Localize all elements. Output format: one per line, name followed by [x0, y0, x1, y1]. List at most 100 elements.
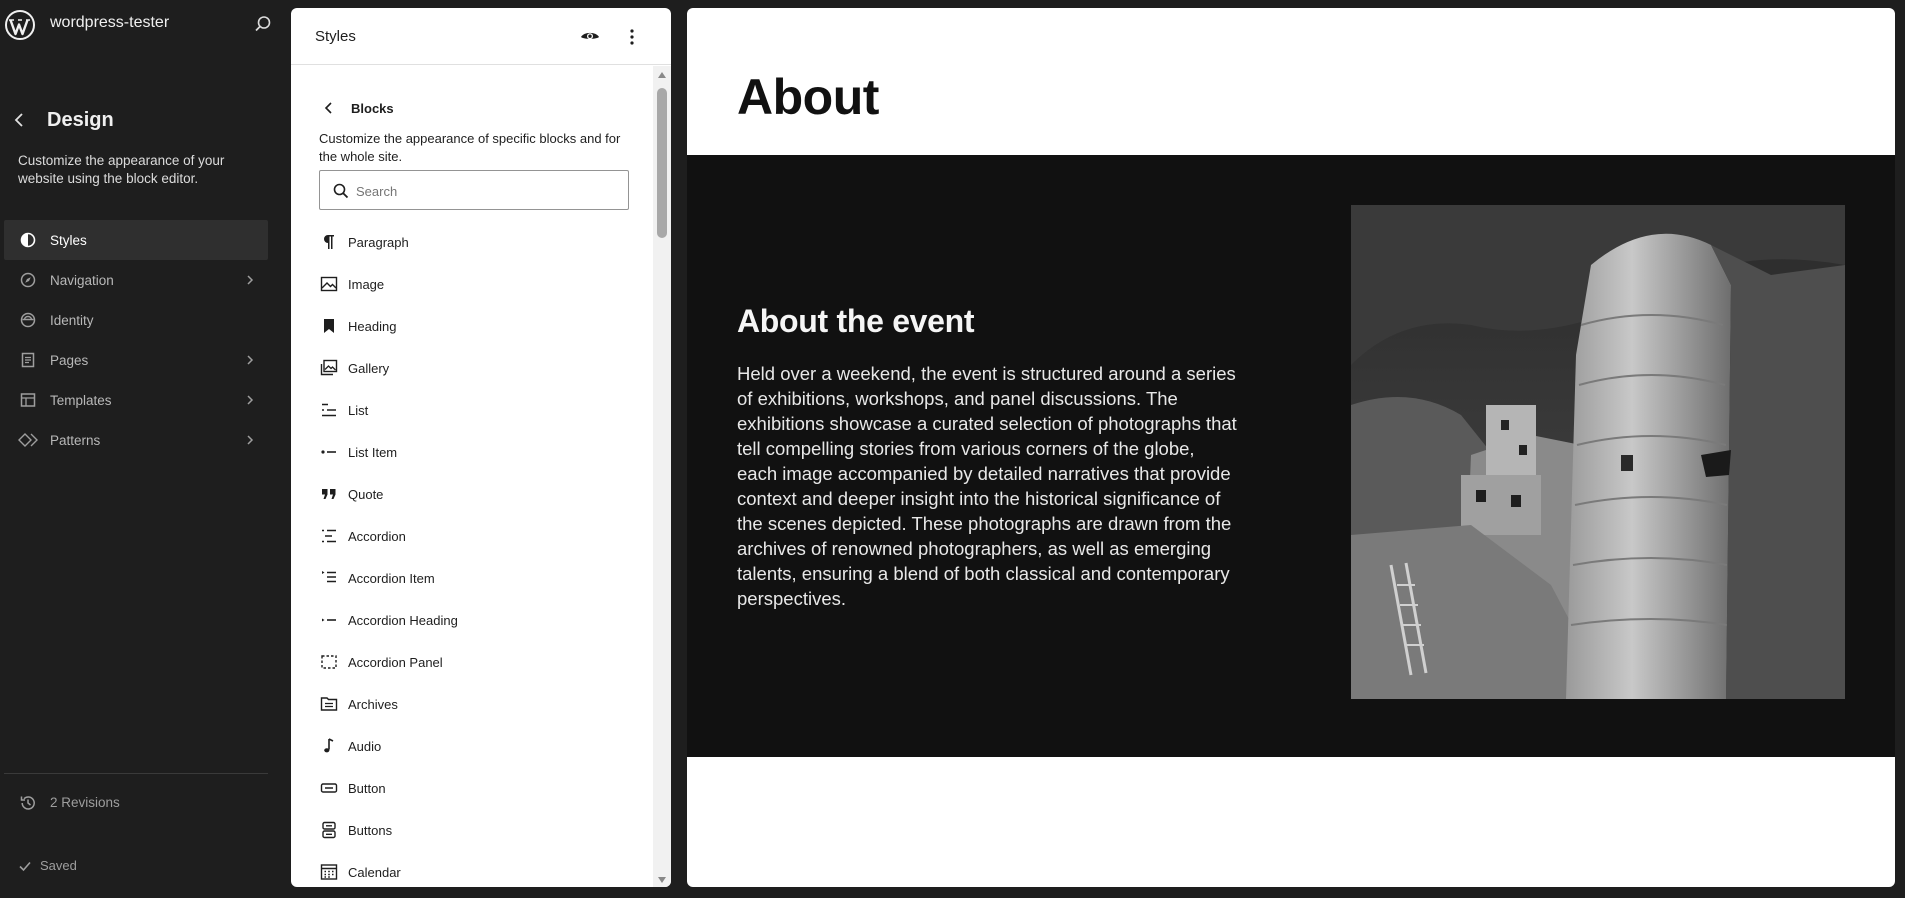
- block-item-accordion-heading[interactable]: Accordion Heading: [309, 600, 639, 642]
- block-item-label: Buttons: [348, 823, 393, 838]
- pages-icon: [21, 352, 35, 368]
- chevron-right-icon: [247, 395, 254, 405]
- styles-icon: [20, 232, 36, 248]
- block-item-label: Accordion: [348, 529, 406, 544]
- quote-icon: [322, 489, 336, 499]
- styles-panel-title: Styles: [315, 28, 356, 45]
- block-item-label: Accordion Heading: [348, 613, 458, 628]
- blocks-description: Customize the appearance of specific blo…: [319, 131, 621, 164]
- buttons-icon: [322, 821, 336, 839]
- list-item-icon: [321, 450, 336, 454]
- block-item-accordion[interactable]: Accordion: [309, 516, 639, 558]
- block-item-label: Quote: [348, 487, 384, 502]
- design-title: Design: [47, 109, 114, 131]
- search-icon[interactable]: [253, 14, 273, 34]
- more-options-icon[interactable]: [621, 26, 643, 48]
- block-item-paragraph[interactable]: Paragraph: [309, 222, 639, 264]
- archives-icon: [320, 697, 338, 711]
- wordpress-logo-icon[interactable]: [4, 9, 36, 41]
- about-event-section[interactable]: About the event Held over a weekend, the…: [687, 155, 1895, 757]
- block-item-accordion-panel[interactable]: Accordion Panel: [309, 642, 639, 684]
- site-name[interactable]: wordpress-tester: [50, 14, 169, 32]
- sidebar-header: wordpress-tester: [0, 0, 278, 49]
- scroll-down-arrow-icon[interactable]: [658, 877, 666, 883]
- block-item-button[interactable]: Button: [309, 768, 639, 810]
- block-item-accordion-item[interactable]: Accordion Item: [309, 558, 639, 600]
- scrollbar-thumb[interactable]: [657, 88, 667, 238]
- block-item-image[interactable]: Image: [309, 264, 639, 306]
- block-item-label: Archives: [348, 697, 398, 712]
- block-item-label: Gallery: [348, 361, 390, 376]
- button-icon: [320, 783, 338, 793]
- editor-canvas-preview[interactable]: About About the event Held over a weeken…: [687, 8, 1895, 887]
- accordion-heading-icon: [322, 618, 336, 622]
- blocks-title: Blocks: [351, 101, 394, 116]
- list-icon: [322, 403, 336, 417]
- revisions-button[interactable]: 2 Revisions: [4, 783, 268, 823]
- block-item-audio[interactable]: Audio: [309, 726, 639, 768]
- back-arrow-icon[interactable]: [321, 100, 337, 116]
- block-item-label: List Item: [348, 445, 398, 460]
- block-item-label: Accordion Panel: [348, 655, 443, 670]
- sidebar-item-identity[interactable]: Identity: [4, 300, 268, 340]
- sidebar-item-templates[interactable]: Templates: [4, 380, 268, 420]
- sidebar-item-label: Patterns: [50, 432, 101, 448]
- block-item-buttons[interactable]: Buttons: [309, 810, 639, 852]
- sidebar-item-label: Styles: [50, 232, 87, 248]
- paragraph-icon: [324, 235, 334, 249]
- revisions-label: 2 Revisions: [50, 795, 120, 810]
- block-item-label: Paragraph: [348, 235, 409, 250]
- check-icon: [19, 861, 31, 871]
- sidebar-item-label: Templates: [50, 392, 112, 408]
- site-editor-sidebar: wordpress-tester Design Customize the ap…: [0, 0, 278, 898]
- accordion-item-icon: [322, 571, 336, 583]
- accordion-panel-icon: [321, 655, 337, 669]
- accordion-icon: [322, 529, 336, 543]
- block-item-quote[interactable]: Quote: [309, 474, 639, 516]
- gallery-icon: [320, 359, 338, 376]
- block-item-list-item[interactable]: List Item: [309, 432, 639, 474]
- block-search-field[interactable]: [319, 170, 629, 210]
- saved-label: Saved: [40, 858, 77, 873]
- block-item-label: Audio: [348, 739, 382, 754]
- chevron-right-icon: [247, 275, 254, 285]
- page-title[interactable]: About: [737, 68, 879, 126]
- block-search-input[interactable]: [356, 179, 616, 203]
- block-item-archives[interactable]: Archives: [309, 684, 639, 726]
- styles-panel-scrollbar[interactable]: [653, 66, 671, 887]
- block-item-list[interactable]: List: [309, 390, 639, 432]
- block-item-label: Calendar: [348, 865, 401, 880]
- block-item-label: List: [348, 403, 369, 418]
- templates-icon: [20, 393, 36, 407]
- sidebar-item-label: Identity: [50, 312, 94, 328]
- image-icon: [320, 276, 338, 292]
- sidebar-item-pages[interactable]: Pages: [4, 340, 268, 380]
- revisions-icon: [20, 796, 35, 810]
- event-heading[interactable]: About the event: [737, 303, 975, 340]
- sidebar-item-styles[interactable]: Styles: [4, 220, 268, 260]
- eye-icon[interactable]: [579, 26, 601, 48]
- event-description[interactable]: Held over a weekend, the event is struct…: [737, 361, 1237, 611]
- patterns-icon: [18, 433, 38, 447]
- block-item-label: Button: [348, 781, 386, 796]
- block-item-label: Heading: [348, 319, 397, 334]
- chevron-right-icon: [247, 355, 254, 365]
- styles-panel: Styles Blocks Customize the appearance o…: [291, 8, 671, 887]
- block-item-heading[interactable]: Heading: [309, 306, 639, 348]
- heading-icon: [324, 319, 334, 333]
- audio-icon: [324, 738, 334, 753]
- identity-icon: [20, 312, 36, 328]
- calendar-icon: [320, 864, 338, 880]
- sidebar-item-label: Navigation: [50, 272, 114, 288]
- sidebar-item-patterns[interactable]: Patterns: [4, 420, 268, 460]
- scroll-up-arrow-icon[interactable]: [658, 72, 666, 78]
- sidebar-item-navigation[interactable]: Navigation: [4, 260, 268, 300]
- block-item-calendar[interactable]: Calendar: [309, 852, 639, 887]
- cliff-dwelling-image-icon: [1351, 205, 1845, 699]
- block-item-gallery[interactable]: Gallery: [309, 348, 639, 390]
- cliff-dwelling-photo[interactable]: [1351, 205, 1845, 699]
- design-description: Customize the appearance of your website…: [18, 153, 225, 186]
- styles-panel-header: Styles: [291, 8, 671, 65]
- search-icon: [333, 183, 349, 199]
- back-arrow-icon[interactable]: [10, 110, 30, 130]
